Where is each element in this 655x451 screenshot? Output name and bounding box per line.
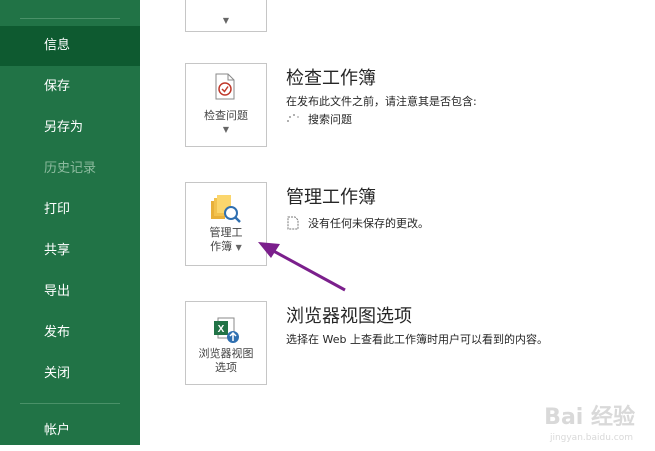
annotation-arrow bbox=[258, 242, 346, 292]
